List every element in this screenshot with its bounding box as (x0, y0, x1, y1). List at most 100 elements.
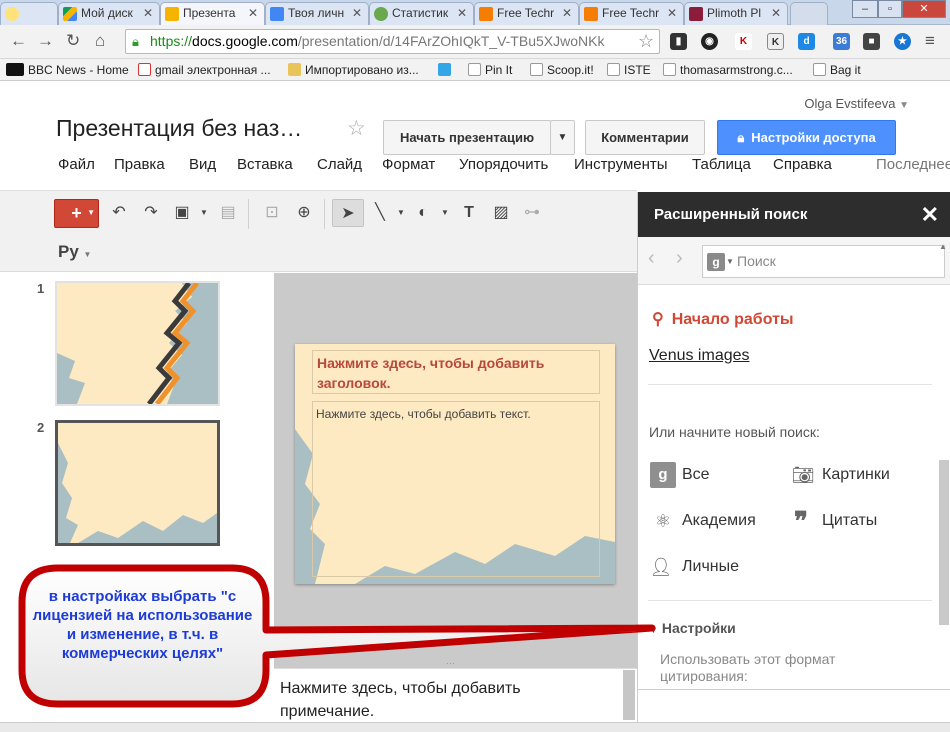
search-type-scholar[interactable]: Академия (682, 509, 756, 533)
close-icon[interactable]: ✕ (352, 3, 362, 24)
paste-icon[interactable]: ▣ (168, 199, 196, 227)
menu-arrange[interactable]: Упорядочить (459, 156, 548, 173)
slide-title-placeholder[interactable]: Нажмите здесь, чтобы добавить заголовок. (312, 350, 600, 394)
user-account-menu[interactable]: Olga Evstifeeva ▼ (804, 96, 909, 111)
minimize-button[interactable]: – (852, 0, 878, 18)
text-box-icon[interactable]: T (455, 199, 483, 227)
settings-toggle[interactable]: ▼ Настройки (649, 620, 736, 636)
bookmark-star-icon[interactable]: ☆ (638, 31, 654, 51)
chrome-app-tab[interactable] (0, 2, 58, 25)
search-type-images[interactable]: Картинки (822, 463, 890, 487)
slide-thumbnail-2[interactable] (55, 420, 220, 546)
bookmark-item[interactable]: ISTE (607, 62, 651, 78)
redo-icon[interactable]: ↷ (138, 199, 164, 227)
bookmark-item[interactable]: gmail электронная ... (138, 62, 271, 78)
link-icon[interactable]: ⊶ (518, 199, 546, 227)
tab-6[interactable]: Free Techr ✕ (579, 2, 684, 25)
extension-k-icon[interactable]: K (735, 33, 752, 50)
google-icon[interactable]: g (707, 253, 725, 271)
close-icon[interactable]: ✕ (248, 3, 258, 24)
extension-d-icon[interactable]: d (798, 33, 815, 50)
line-icon[interactable]: ╲ (366, 199, 394, 227)
extension-badge-icon[interactable]: 36 (833, 33, 850, 50)
extension-eye-icon[interactable]: ◉ (701, 33, 718, 50)
notes-placeholder[interactable]: Нажмите здесь, чтобы добавить примечание… (280, 677, 580, 723)
present-dropdown-button[interactable]: ▼ (550, 120, 575, 155)
forward-icon[interactable]: › (676, 247, 683, 270)
bookmark-item[interactable]: thomasarmstrong.c... (663, 62, 793, 78)
research-search-input[interactable]: g ▼ Поиск (702, 245, 945, 278)
close-window-button[interactable]: ✕ (902, 0, 946, 18)
result-link[interactable]: Venus images (649, 347, 750, 365)
paint-format-icon[interactable]: ▤ (214, 199, 242, 227)
search-type-all[interactable]: Все (682, 463, 710, 487)
extension-k2-icon[interactable]: K (767, 33, 784, 50)
slide-body-placeholder[interactable]: Нажмите здесь, чтобы добавить текст. (312, 401, 600, 577)
extension-evernote-icon[interactable]: ■ (863, 33, 880, 50)
url-input[interactable]: 🔒︎ https://docs.google.com/presentation/… (125, 29, 660, 54)
close-icon[interactable]: ✕ (562, 3, 572, 24)
panel-scrollbar[interactable] (939, 460, 949, 625)
tab-4[interactable]: Статистик ✕ (369, 2, 474, 25)
extension-book-icon[interactable]: ▮ (670, 33, 687, 50)
home-icon[interactable]: ⌂ (95, 31, 105, 51)
slide-thumbnail-1[interactable] (55, 281, 220, 406)
menu-edit[interactable]: Правка (114, 156, 165, 173)
star-icon[interactable]: ☆ (347, 116, 366, 141)
menu-view[interactable]: Вид (189, 156, 216, 173)
menu-table[interactable]: Таблица (692, 156, 751, 173)
bookmark-item[interactable]: Pin It (468, 62, 512, 78)
zoom-icon[interactable]: ⊕ (290, 199, 318, 227)
bookmark-item[interactable]: Scoop.it! (530, 62, 594, 78)
chevron-down-icon[interactable]: ▼ (198, 199, 210, 227)
new-tab-button[interactable] (790, 2, 828, 25)
reload-icon[interactable]: ↻ (66, 31, 80, 51)
close-icon[interactable]: ✕ (921, 192, 939, 237)
current-slide[interactable]: Нажмите здесь, чтобы добавить заголовок.… (295, 344, 615, 584)
menu-insert[interactable]: Вставка (237, 156, 293, 173)
tab-2[interactable]: Презента ✕ (160, 2, 265, 25)
scroll-up-icon[interactable]: ▲ (939, 242, 947, 251)
back-icon[interactable]: ‹ (648, 247, 655, 270)
menu-format[interactable]: Формат (382, 156, 435, 173)
select-cursor-icon[interactable]: ➤ (332, 199, 364, 227)
forward-icon[interactable]: → (37, 31, 54, 51)
menu-file[interactable]: Файл (58, 156, 95, 173)
comments-button[interactable]: Комментарии (585, 120, 705, 155)
undo-icon[interactable]: ↶ (106, 199, 132, 227)
menu-help[interactable]: Справка (773, 156, 832, 173)
present-button[interactable]: Начать презентацию (383, 120, 551, 155)
back-icon[interactable]: ← (10, 31, 27, 51)
extension-star-icon[interactable]: ★ (894, 33, 911, 50)
search-type-personal[interactable]: Личные (682, 555, 739, 579)
close-icon[interactable]: ✕ (457, 3, 467, 24)
tab-7[interactable]: Plimoth Pl ✕ (684, 2, 788, 25)
document-title[interactable]: Презентация без наз… (56, 115, 302, 142)
share-button[interactable]: 🔒︎ Настройки доступа (717, 120, 896, 155)
bookmark-item[interactable]: Импортировано из... (288, 62, 419, 78)
search-type-quotes[interactable]: Цитаты (822, 509, 877, 533)
close-icon[interactable]: ✕ (667, 3, 677, 24)
tab-1[interactable]: Мой диск ✕ (58, 2, 160, 25)
menu-slide[interactable]: Слайд (317, 156, 362, 173)
tab-5[interactable]: Free Techr ✕ (474, 2, 579, 25)
tab-3[interactable]: Твоя личн ✕ (265, 2, 369, 25)
notes-scrollbar[interactable] (623, 670, 635, 720)
bookmark-item[interactable]: Bag it (813, 62, 861, 78)
image-icon[interactable]: ▨ (487, 199, 515, 227)
bookmark-item[interactable] (438, 62, 455, 78)
fit-icon[interactable]: ⊡ (258, 199, 286, 227)
close-icon[interactable]: ✕ (771, 3, 781, 24)
input-language-button[interactable]: Ру ▼ (58, 238, 108, 266)
close-icon[interactable]: ✕ (143, 3, 153, 24)
shape-icon[interactable]: ◐ (408, 199, 438, 227)
last-edit-link[interactable]: Последнее (876, 156, 950, 173)
bottom-scrollbar[interactable] (0, 722, 950, 732)
maximize-button[interactable]: ▫ (878, 0, 902, 18)
menu-icon[interactable]: ≡ (925, 31, 935, 51)
chevron-down-icon[interactable]: ▼ (396, 199, 406, 227)
bookmark-item[interactable]: BBC News - Home (6, 62, 129, 78)
menu-tools[interactable]: Инструменты (574, 156, 668, 173)
chevron-down-icon[interactable]: ▼ (440, 199, 450, 227)
new-slide-button[interactable]: + ▼ (54, 199, 99, 228)
